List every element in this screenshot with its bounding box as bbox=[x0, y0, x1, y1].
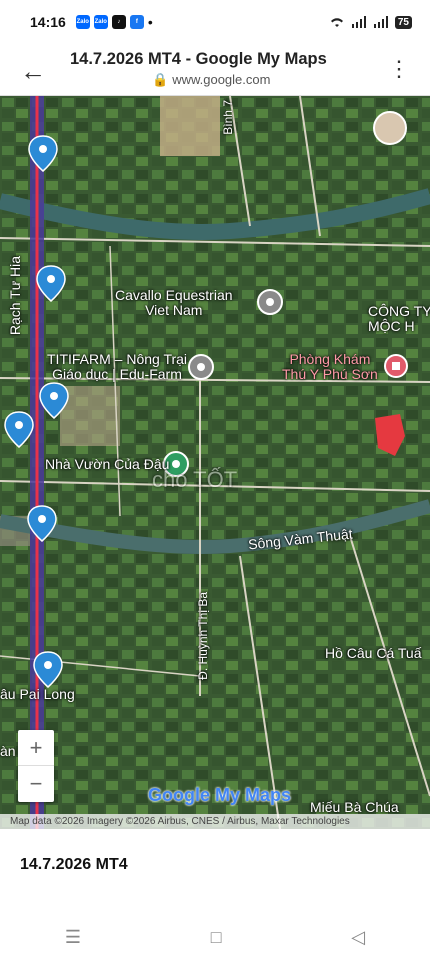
browser-toolbar: ← 14.7.2026 MT4 - Google My Maps 🔒 www.go… bbox=[0, 44, 430, 96]
wifi-icon bbox=[330, 18, 343, 27]
url-text: www.google.com bbox=[172, 72, 271, 87]
signal-icon-2 bbox=[373, 16, 388, 28]
place-label-phong-kham: Phòng Khám Thú Y Phú Sơn bbox=[282, 351, 378, 383]
signal-icon bbox=[351, 16, 366, 28]
watermark: cho TỐT bbox=[152, 467, 238, 492]
url-display: 🔒 www.google.com bbox=[152, 72, 270, 88]
place-label-nha-vuon: Nhà Vườn Của Đậu bbox=[45, 456, 170, 472]
clock: 14:16 bbox=[30, 14, 66, 30]
facebook-icon: f bbox=[129, 15, 144, 29]
battery-icon: 75 bbox=[394, 15, 412, 29]
place-label-cau-pai-long: âu Pai Long bbox=[0, 686, 75, 702]
place-label-cong-ty: CÔNG TY MỘC H bbox=[368, 303, 430, 335]
road-label-rach-tu-hia: Rạch Tư Hia bbox=[7, 256, 23, 336]
road-label-huynh-thi-ba: Đ. Huỳnh Thị Ba bbox=[196, 592, 210, 680]
zalo-icon: Zalo bbox=[93, 15, 108, 29]
arrow-left-icon[interactable]: ← bbox=[20, 56, 46, 87]
place-label-an: àn bbox=[0, 743, 16, 759]
place-label-cavallo: Cavallo Equestrian Viet Nam bbox=[115, 287, 233, 319]
page-title: 14.7.2026 MT4 - Google My Maps bbox=[70, 50, 327, 68]
zoom-out-button[interactable]: − bbox=[18, 766, 54, 802]
status-right: 75 bbox=[329, 15, 412, 29]
more-vert-icon[interactable]: ⋮ bbox=[388, 56, 410, 82]
place-label-ho-cau: Hồ Câu Cá Tuấ bbox=[325, 645, 422, 661]
lock-icon: 🔒 bbox=[152, 72, 169, 87]
notification-icons: Zalo Zalo ♪ f • bbox=[75, 14, 153, 30]
zoom-in-button[interactable]: + bbox=[18, 730, 54, 766]
map-attribution[interactable]: Map data ©2026 Imagery ©2026 Airbus, CNE… bbox=[0, 814, 430, 829]
recents-icon[interactable]: ☰ bbox=[65, 927, 81, 948]
android-nav-bar: ☰ □ ◁ bbox=[0, 915, 430, 960]
road-label-binh7: Bình 7 bbox=[221, 100, 235, 135]
back-icon[interactable]: ◁ bbox=[351, 927, 365, 948]
map-caption: 14.7.2026 MT4 bbox=[20, 856, 128, 873]
home-icon[interactable]: □ bbox=[211, 927, 222, 948]
dot-icon: • bbox=[147, 14, 153, 30]
zalo-icon: Zalo bbox=[75, 15, 90, 29]
map-view[interactable]: Rạch Tư Hia Bình 7 Cavallo Equestrian Vi… bbox=[0, 96, 430, 829]
status-bar: 14:16 Zalo Zalo ♪ f • 75 bbox=[0, 0, 430, 44]
google-my-maps-logo: Google My Maps bbox=[148, 785, 292, 805]
tiktok-icon: ♪ bbox=[111, 15, 126, 29]
zoom-control: + − bbox=[18, 730, 54, 802]
place-label-titifarm: TITIFARM – Nông Trại Giáo dục | Edu-Farm bbox=[47, 351, 188, 383]
